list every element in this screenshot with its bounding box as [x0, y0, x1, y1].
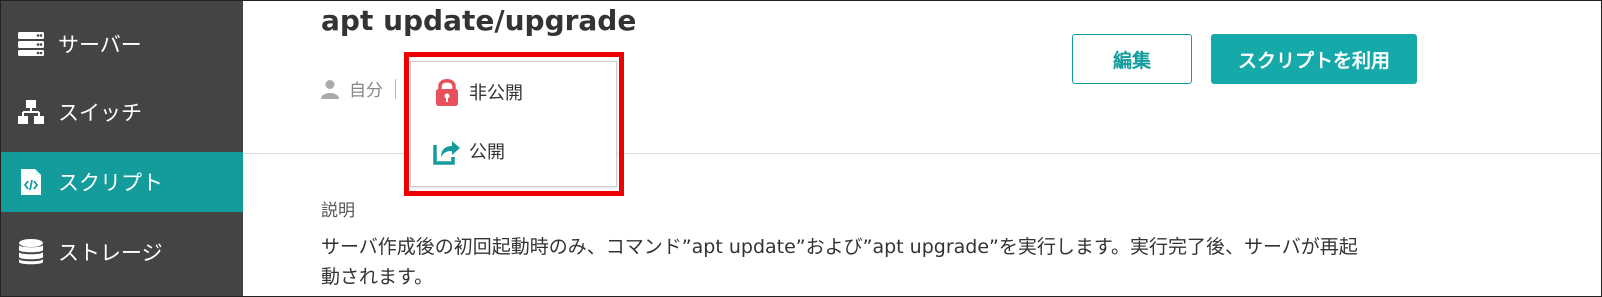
sidebar-item-label: サーバー: [58, 33, 142, 57]
menu-item-public[interactable]: 公開: [411, 126, 616, 176]
sidebar-item-switch[interactable]: スイッチ: [0, 82, 243, 142]
sidebar-item-label: スイッチ: [58, 101, 142, 125]
menu-item-label: 公開: [469, 142, 505, 163]
menu-item-label: 非公開: [469, 83, 523, 104]
description-label: 説明: [321, 201, 355, 221]
sidebar: サーバー スイッチ スクリプト ストレージ: [0, 0, 243, 297]
menu-item-private[interactable]: 非公開: [411, 67, 616, 117]
visibility-dropdown: 非公開 公開: [410, 61, 617, 187]
description-text: サーバ作成後の初回起動時のみ、コマンド”apt update”および”apt u…: [321, 236, 1358, 288]
sidebar-item-label: ストレージ: [58, 241, 163, 265]
network-switch-icon: [16, 97, 46, 127]
use-script-button[interactable]: スクリプトを利用: [1211, 34, 1417, 84]
sidebar-item-storage[interactable]: ストレージ: [0, 222, 243, 282]
lock-icon: [433, 78, 461, 106]
owner-label: 自分: [349, 81, 383, 101]
user-icon: [321, 79, 339, 99]
sidebar-item-script[interactable]: スクリプト: [0, 152, 243, 212]
meta-separator: [395, 78, 396, 99]
edit-button[interactable]: 編集: [1072, 34, 1192, 84]
page-title: apt update/upgrade: [321, 4, 637, 37]
share-icon: [433, 137, 461, 165]
storage-icon: [16, 237, 46, 267]
sidebar-item-label: スクリプト: [58, 171, 163, 195]
owner-meta: 自分: [321, 76, 396, 101]
server-icon: [16, 29, 46, 59]
sidebar-item-server[interactable]: サーバー: [0, 14, 243, 74]
script-file-icon: [16, 167, 46, 197]
